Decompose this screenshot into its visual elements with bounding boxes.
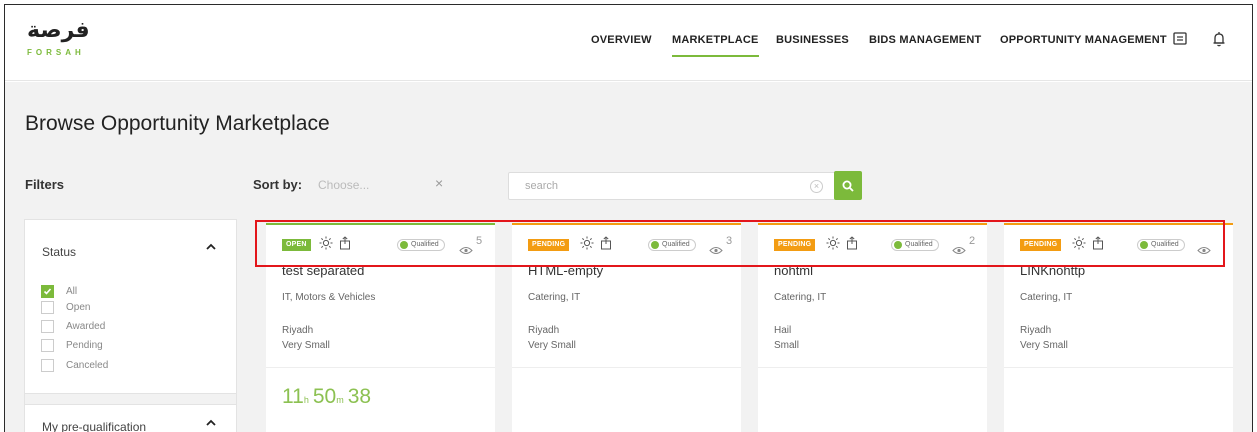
search-clear-icon[interactable]: × bbox=[810, 180, 823, 193]
checkbox-label: All bbox=[66, 285, 78, 297]
bell-icon[interactable] bbox=[1208, 28, 1230, 50]
logo-latin: FORSAH bbox=[27, 48, 85, 57]
annotation-highlight-box bbox=[255, 220, 1225, 267]
timer-seconds: 38 bbox=[347, 385, 372, 408]
card-categories: Catering, IT bbox=[1020, 292, 1073, 303]
card-divider bbox=[266, 367, 495, 368]
card-divider bbox=[512, 367, 741, 368]
forsah-logo[interactable]: فرصة FORSAH bbox=[27, 18, 91, 58]
search-icon bbox=[842, 180, 854, 192]
nav-overview[interactable]: OVERVIEW bbox=[591, 34, 652, 46]
card-location: Hail bbox=[774, 325, 792, 336]
checkbox-label: Pending bbox=[66, 339, 103, 351]
checkbox-checked[interactable] bbox=[41, 284, 54, 298]
checkbox[interactable] bbox=[41, 338, 54, 352]
main-content: Browse Opportunity Marketplace Filters S… bbox=[5, 82, 1252, 432]
card-location: Riyadh bbox=[1020, 325, 1052, 336]
checkbox-label: Canceled bbox=[66, 359, 109, 371]
checkbox[interactable] bbox=[41, 319, 54, 333]
timer-minutes: 50 bbox=[312, 385, 337, 408]
panel-divider bbox=[25, 393, 236, 405]
checkbox[interactable] bbox=[41, 358, 54, 372]
nav-bids-management[interactable]: BIDS MANAGEMENT bbox=[869, 34, 981, 46]
app-window: فرصة FORSAH OVERVIEW MARKETPLACE BUSINES… bbox=[4, 4, 1253, 432]
card-size: Very Small bbox=[528, 340, 576, 351]
page-title: Browse Opportunity Marketplace bbox=[25, 112, 330, 135]
search-placeholder: search bbox=[525, 180, 559, 192]
status-option-awarded[interactable]: Awarded bbox=[41, 319, 105, 333]
prequalification-filter-heading[interactable]: My pre-qualification bbox=[42, 420, 146, 432]
sort-select[interactable]: Choose... bbox=[318, 178, 369, 192]
card-size: Very Small bbox=[282, 340, 330, 351]
card-categories: Catering, IT bbox=[528, 292, 581, 303]
chevron-up-icon[interactable] bbox=[205, 240, 217, 258]
card-size: Very Small bbox=[1020, 340, 1068, 351]
nav-marketplace[interactable]: MARKETPLACE bbox=[672, 34, 759, 57]
countdown-timer: 11h 50m 38 bbox=[282, 385, 371, 409]
nav-opportunity-management[interactable]: OPPORTUNITY MANAGEMENT bbox=[1000, 34, 1167, 46]
status-option-open[interactable]: Open bbox=[41, 300, 90, 314]
search-button[interactable] bbox=[834, 171, 862, 200]
message-icon[interactable] bbox=[1169, 28, 1191, 50]
checkbox-label: Open bbox=[66, 301, 91, 313]
sort-clear-icon[interactable]: × bbox=[435, 175, 443, 191]
status-option-canceled[interactable]: Canceled bbox=[41, 358, 108, 372]
filter-panel: Status All Open Awarded Pending Canceled… bbox=[24, 219, 237, 432]
checkbox[interactable] bbox=[41, 300, 54, 314]
card-size: Small bbox=[774, 340, 800, 351]
logo-arabic: فرصة bbox=[27, 18, 91, 43]
filters-title: Filters bbox=[25, 177, 65, 192]
sort-label: Sort by: bbox=[253, 177, 303, 192]
timer-hours: 11 bbox=[282, 385, 304, 408]
status-option-pending[interactable]: Pending bbox=[41, 338, 103, 352]
card-categories: Catering, IT bbox=[774, 292, 827, 303]
card-location: Riyadh bbox=[282, 325, 314, 336]
chevron-up-icon[interactable] bbox=[205, 416, 217, 432]
card-categories: IT, Motors & Vehicles bbox=[282, 292, 376, 303]
card-location: Riyadh bbox=[528, 325, 560, 336]
nav-businesses[interactable]: BUSINESSES bbox=[776, 34, 849, 46]
card-divider bbox=[1004, 367, 1233, 368]
checkbox-label: Awarded bbox=[66, 320, 106, 332]
timer-hours-unit: h bbox=[303, 395, 309, 405]
card-divider bbox=[758, 367, 987, 368]
status-filter-heading[interactable]: Status bbox=[42, 245, 76, 259]
top-header: فرصة FORSAH OVERVIEW MARKETPLACE BUSINES… bbox=[5, 5, 1252, 81]
timer-minutes-unit: m bbox=[336, 395, 344, 405]
status-option-all[interactable]: All bbox=[41, 284, 77, 298]
search-input[interactable]: search × bbox=[508, 172, 838, 200]
